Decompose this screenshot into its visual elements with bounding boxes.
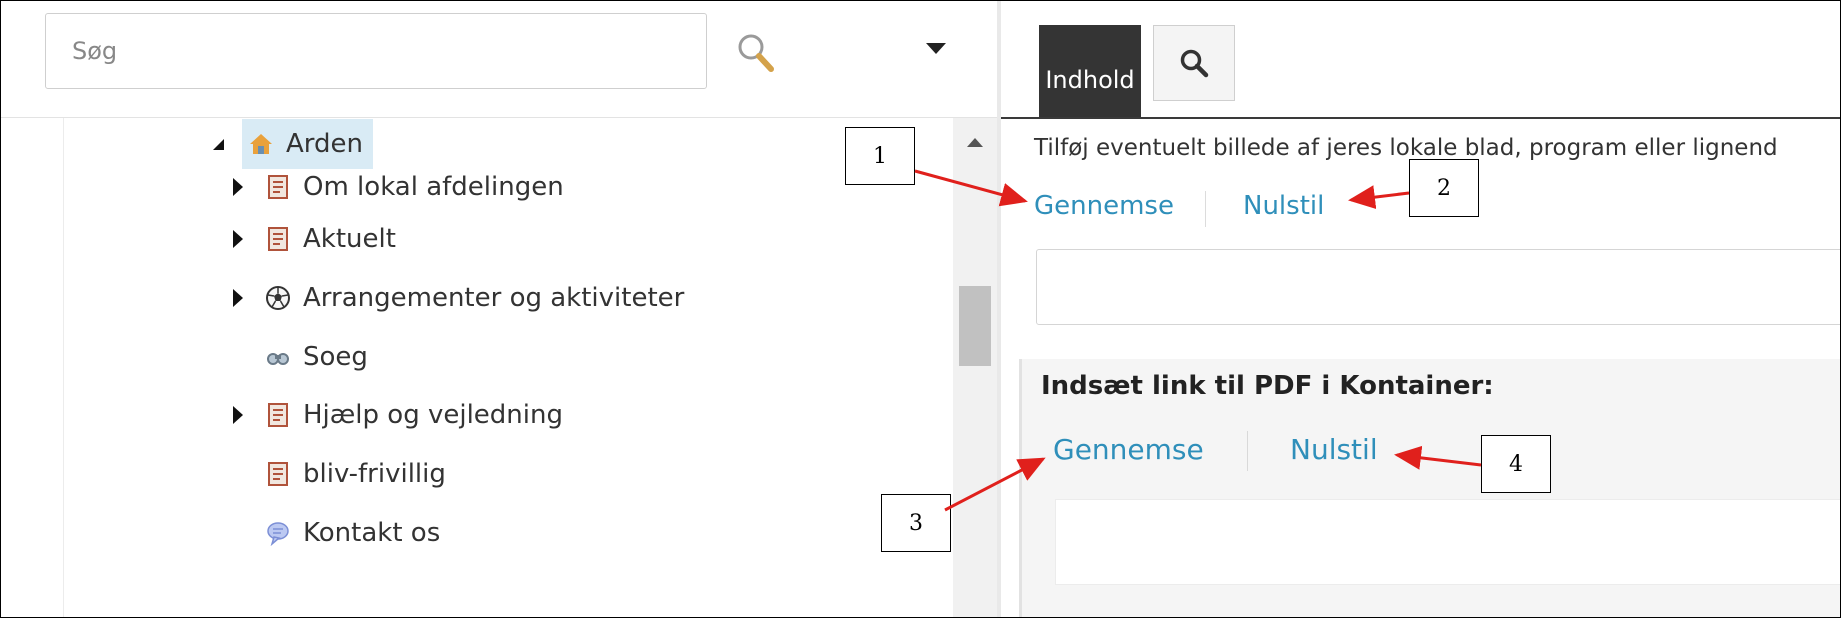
tree-item-label: Aktuelt <box>303 224 396 254</box>
expand-arrow-icon[interactable] <box>233 289 243 307</box>
binoculars-icon <box>267 353 289 365</box>
content-tree: Arden Om lokal afdelingen Aktuelt Arrang… <box>63 118 953 617</box>
page-icon <box>268 462 288 486</box>
expand-arrow-icon[interactable] <box>233 178 243 196</box>
page-icon <box>268 227 288 251</box>
tree-item[interactable]: bliv-frivillig <box>265 448 446 500</box>
pdf-field-value[interactable] <box>1055 499 1840 585</box>
tab-indhold[interactable]: Indhold <box>1039 25 1141 117</box>
speech-bubble-icon <box>267 522 289 546</box>
home-icon <box>250 134 272 154</box>
annotation-callout-1: 1 <box>845 127 915 185</box>
tree-item-label: Arrangementer og aktiviteter <box>303 283 685 313</box>
annotation-callout-4: 4 <box>1481 435 1551 493</box>
scrollbar-thumb[interactable] <box>959 286 991 366</box>
tree-item[interactable]: Aktuelt <box>233 213 396 265</box>
reset-pdf-link[interactable]: Nulstil <box>1290 433 1378 466</box>
annotation-callout-2: 2 <box>1409 159 1479 217</box>
link-separator <box>1247 431 1248 471</box>
tree-item-label: bliv-frivillig <box>303 459 446 489</box>
image-field-value[interactable] <box>1036 249 1840 325</box>
tree-item-label: Soeg <box>303 342 368 372</box>
tree-search-bar <box>1 1 997 118</box>
tree-item-label: Kontakt os <box>303 518 441 548</box>
annotation-callout-3: 3 <box>881 494 951 552</box>
browse-image-link[interactable]: Gennemse <box>1034 191 1174 221</box>
tree-search-input[interactable] <box>45 13 707 89</box>
soccer-ball-icon <box>266 286 290 310</box>
chevron-down-icon[interactable] <box>926 43 946 54</box>
tree-item[interactable]: Hjælp og vejledning <box>233 389 563 441</box>
tree-item[interactable]: Kontakt os <box>265 507 440 559</box>
reset-image-link[interactable]: Nulstil <box>1243 191 1324 221</box>
tree-scrollbar[interactable] <box>953 118 997 617</box>
tree-item[interactable]: Soeg <box>265 331 368 383</box>
image-field-hint: Tilføj eventuelt billede af jeres lokale… <box>1034 135 1778 161</box>
browse-pdf-link[interactable]: Gennemse <box>1053 433 1204 466</box>
editor-pane: Indhold Tilføj eventuelt billede af jere… <box>1001 1 1840 617</box>
tree-item[interactable]: Om lokal afdelingen <box>233 161 564 213</box>
pdf-section-title: Indsæt link til PDF i Kontainer: <box>1041 371 1494 401</box>
tab-search[interactable] <box>1153 25 1235 101</box>
link-separator <box>1205 191 1206 227</box>
tree-item-label: Hjælp og vejledning <box>303 400 563 430</box>
collapse-arrow-icon[interactable] <box>213 138 224 150</box>
screenshot-frame: Arden Om lokal afdelingen <box>0 0 1841 618</box>
expand-arrow-icon[interactable] <box>233 230 243 248</box>
tree-gutter <box>1 118 64 617</box>
search-icon[interactable] <box>735 31 777 73</box>
page-icon <box>268 175 288 199</box>
content-tree-pane: Arden Om lokal afdelingen <box>1 1 997 617</box>
editor-tabbar: Indhold <box>1001 1 1840 119</box>
scroll-up-arrow-icon[interactable] <box>967 138 983 147</box>
tree-item-label: Om lokal afdelingen <box>303 172 564 202</box>
expand-arrow-icon[interactable] <box>233 406 243 424</box>
page-icon <box>268 403 288 427</box>
tree-root-label: Arden <box>286 129 363 159</box>
tree-item[interactable]: Arrangementer og aktiviteter <box>233 272 684 324</box>
search-icon <box>1180 49 1209 78</box>
